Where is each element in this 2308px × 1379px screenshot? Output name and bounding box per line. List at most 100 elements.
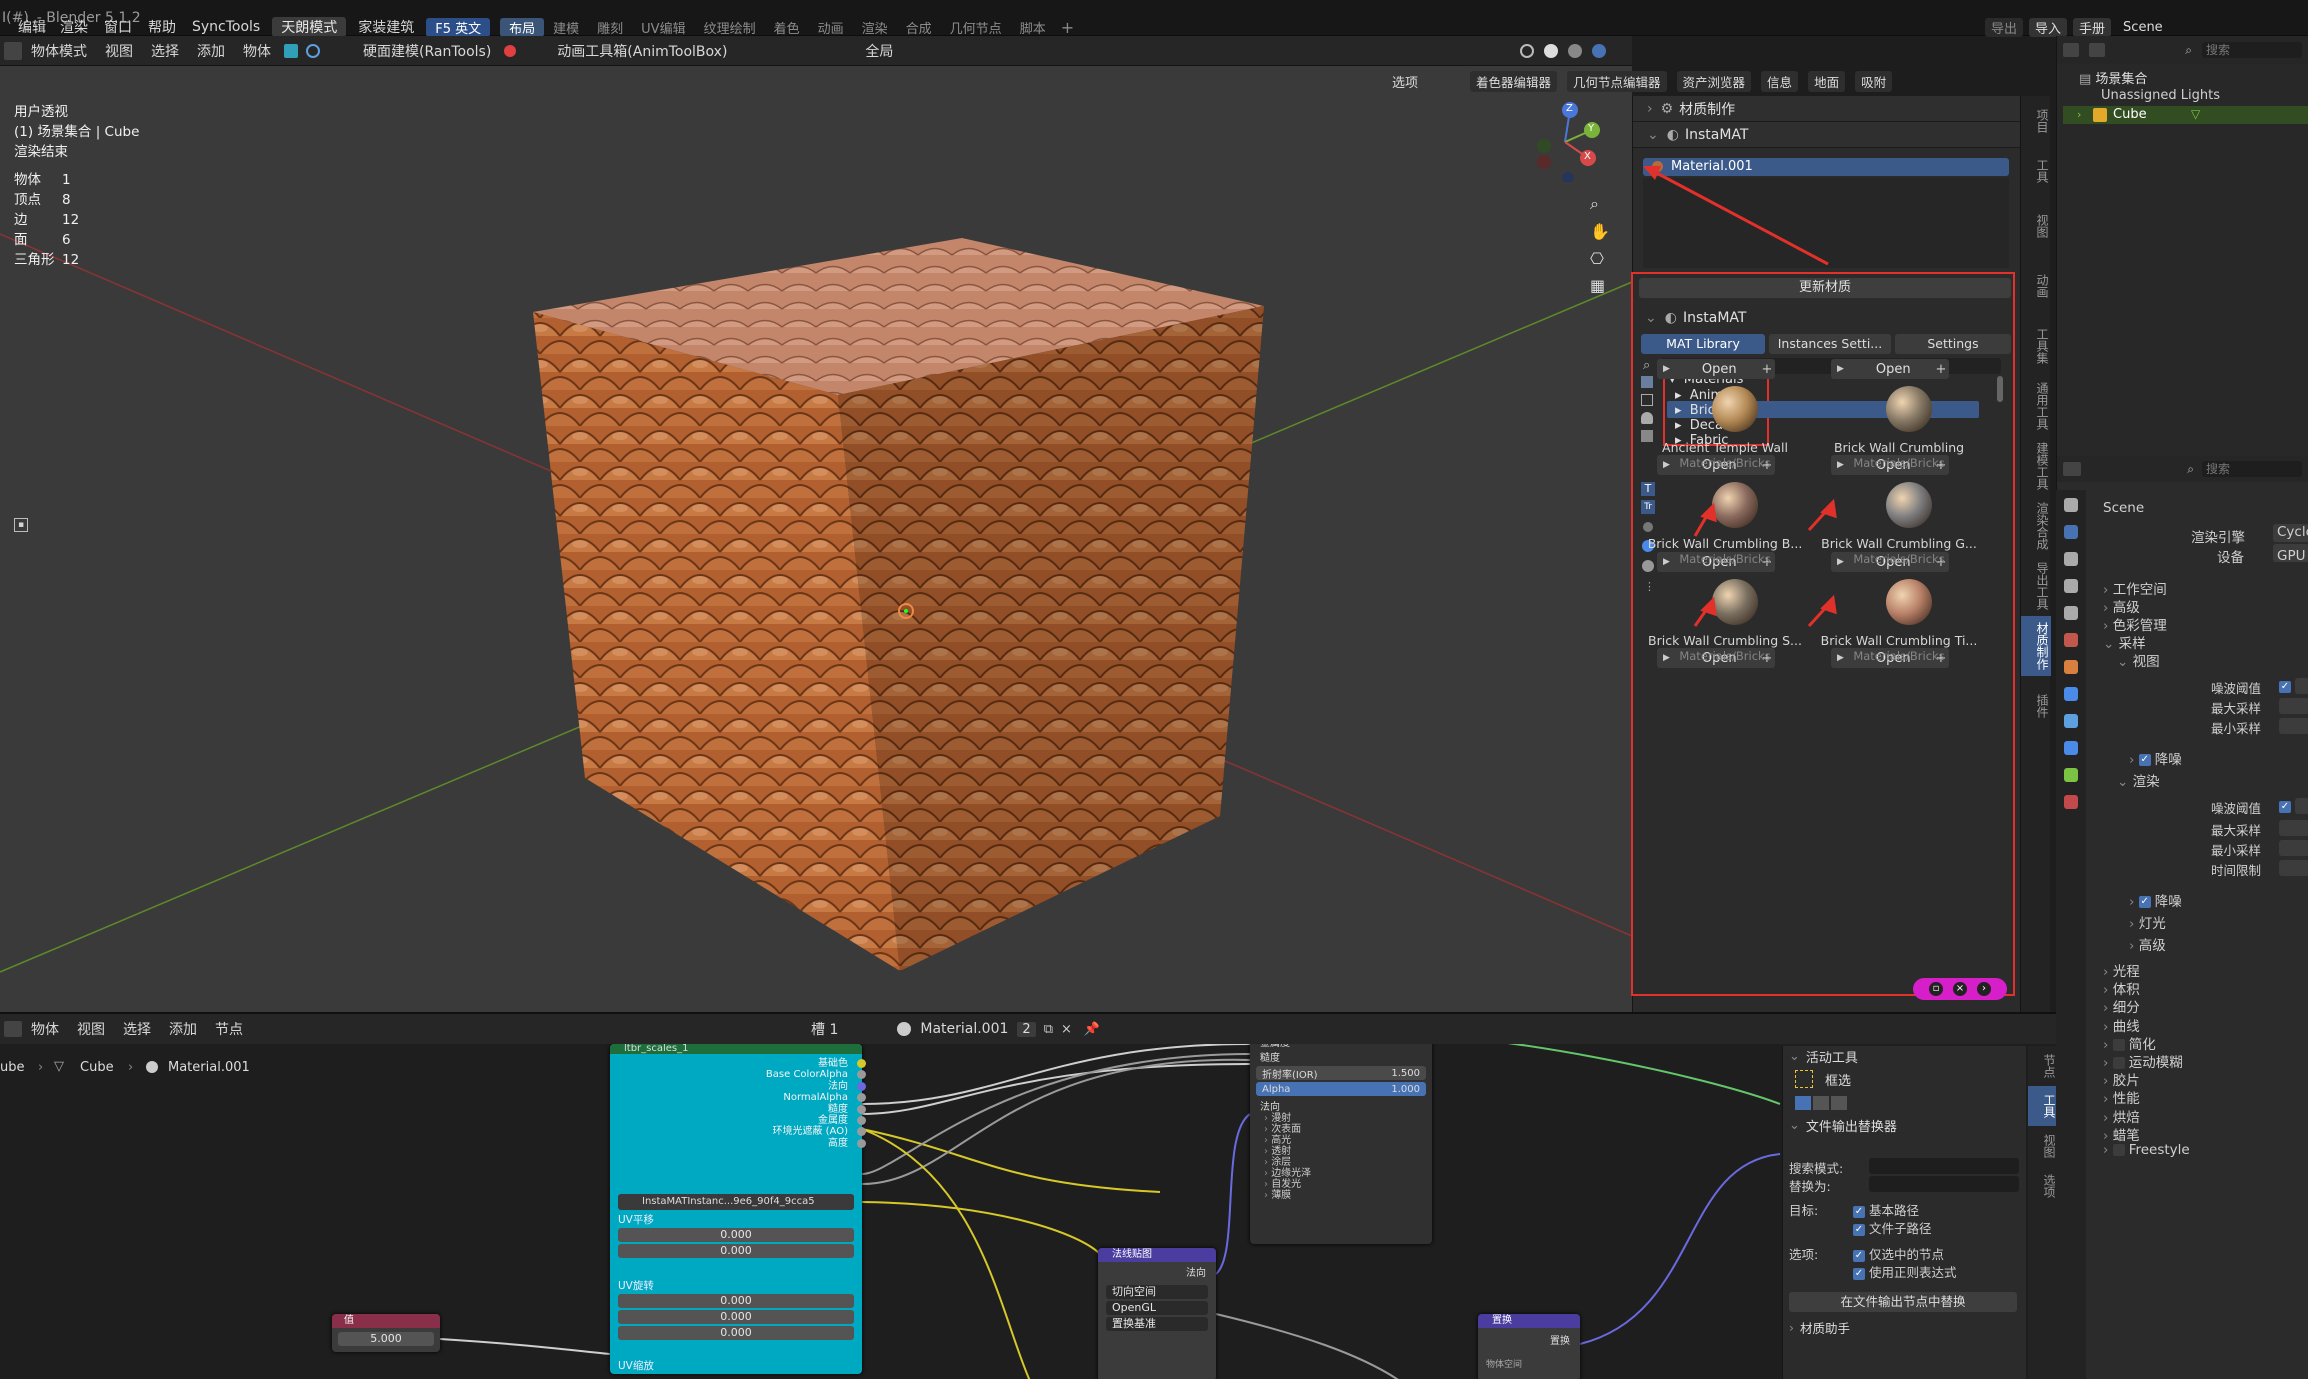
editor-shortcut-tab[interactable]: 信息 xyxy=(1761,70,1799,92)
opt-subpath[interactable]: ✓ 文件子路径 xyxy=(1853,1218,1932,1237)
editor-shortcut-tab[interactable]: 着色器编辑器 xyxy=(1470,70,1558,92)
props-sub-render[interactable]: ⌄ 渲染 xyxy=(2117,770,2160,790)
workspace-tab[interactable]: UV编辑 xyxy=(632,18,694,37)
opengl-select[interactable]: OpenGL xyxy=(1106,1301,1208,1315)
prop-field[interactable] xyxy=(2279,840,2308,856)
material-assist-header[interactable]: › 材质助手 xyxy=(1789,1318,1850,1336)
properties-tab-icon[interactable] xyxy=(2064,498,2078,512)
camera-icon[interactable]: ⎔ xyxy=(1590,249,1610,268)
ran-tools-menu[interactable]: 硬面建模(RanTools) xyxy=(354,41,500,61)
uv-offset-y[interactable]: 0.000 xyxy=(618,1244,854,1258)
bsdf-subpanel[interactable]: › 边缘光泽 xyxy=(1250,1168,1432,1179)
uv-offset-x[interactable]: 0.000 xyxy=(618,1228,854,1242)
properties-tab-icon[interactable] xyxy=(2064,579,2078,593)
prop-field[interactable] xyxy=(2279,718,2308,734)
ior-field[interactable]: 折射率(IOR) 1.500 xyxy=(1256,1066,1426,1081)
export-button[interactable]: 导出 xyxy=(1985,17,2024,37)
props-section[interactable]: › 工作空间 xyxy=(2103,578,2167,598)
properties-tab-icon[interactable] xyxy=(2064,795,2078,809)
search-mode-input[interactable] xyxy=(1869,1158,2019,1174)
opt-base-path[interactable]: ✓ 基本路径 xyxy=(1853,1200,1919,1219)
lang-toggle-button[interactable]: F5 英文 xyxy=(426,17,491,37)
material-shading-icon[interactable] xyxy=(1568,44,1582,58)
principled-bsdf-node[interactable]: 金属度 糙度 折射率(IOR)1.500 Alpha1.000 法向 › 漫射›… xyxy=(1250,1034,1432,1244)
properties-tab-icon[interactable] xyxy=(2064,633,2078,647)
record-icon[interactable] xyxy=(504,44,517,57)
bsdf-subpanel[interactable]: › 薄膜 xyxy=(1250,1190,1432,1201)
output-socket-dot[interactable] xyxy=(857,1138,866,1148)
node-menu-item[interactable]: 添加 xyxy=(160,1019,206,1039)
sidebar-tab[interactable]: 建模工具 xyxy=(2021,436,2051,496)
workspace-tab[interactable]: 着色 xyxy=(765,18,809,37)
file-output-header[interactable]: ⌄ 文件输出替换器 xyxy=(1783,1114,2026,1136)
props-search-input[interactable]: 搜索 xyxy=(2202,461,2302,477)
scene-selector[interactable]: Scene xyxy=(2117,20,2169,35)
props-lights[interactable]: › 灯光 xyxy=(2129,912,2166,932)
select-new-icon[interactable] xyxy=(1795,1096,1811,1110)
output-socket-dot[interactable] xyxy=(857,1081,866,1091)
editor-shortcut-tab[interactable]: 地面 xyxy=(1808,70,1846,92)
navigation-gizmo[interactable]: Z Y X xyxy=(1530,102,1600,184)
editor-shortcut-tab[interactable]: 资产浏览器 xyxy=(1676,70,1752,92)
menu-jiazhuang[interactable]: 家装建筑 xyxy=(350,17,422,37)
props-section[interactable]: › 简化 xyxy=(2103,1033,2156,1053)
wireframe-shading-icon[interactable] xyxy=(1520,44,1534,58)
sidebar-tab[interactable]: 工具 xyxy=(2021,146,2051,196)
bsdf-subpanel[interactable]: › 漫射 xyxy=(1250,1113,1432,1124)
value-node-field[interactable]: 5.000 xyxy=(338,1332,434,1346)
props-section[interactable]: › 曲线 xyxy=(2103,1015,2140,1035)
instamat-node[interactable]: ltbr_scales_1 基础色 Base ColorAlpha 法向 Normal… xyxy=(610,1044,866,1374)
opt-selected-only[interactable]: ✓ 仅选中的节点 xyxy=(1853,1244,1944,1263)
output-socket-dot[interactable] xyxy=(857,1059,866,1068)
menu-help[interactable]: 帮助 xyxy=(140,17,184,37)
props-section[interactable]: › 高级 xyxy=(2103,596,2140,616)
normal-map-node[interactable]: 法线贴图 法向 切向空间 OpenGL 置换基准 xyxy=(1098,1248,1216,1379)
outliner-unassigned-lights[interactable]: Unassigned Lights xyxy=(2101,88,2220,103)
close-icon[interactable]: × xyxy=(1953,982,1967,996)
node-menu-item[interactable]: 节点 xyxy=(206,1019,252,1039)
workspace-tab[interactable]: 纹理绘制 xyxy=(695,18,765,37)
properties-tab-icon[interactable] xyxy=(2064,741,2078,755)
props-section[interactable]: › 蜡笔 xyxy=(2103,1124,2140,1144)
device-select[interactable]: GPU 计 xyxy=(2273,544,2308,562)
add-workspace-icon[interactable]: + xyxy=(1061,18,1074,37)
node-menu-item[interactable]: 视图 xyxy=(68,1019,114,1039)
props-section[interactable]: › 光程 xyxy=(2103,960,2140,980)
zoom-icon[interactable]: ⌕ xyxy=(1590,194,1610,214)
output-socket-dot[interactable] xyxy=(857,1115,866,1125)
workspace-tab[interactable]: 布局 xyxy=(500,17,545,37)
breadcrumb-item[interactable]: Material.001 xyxy=(168,1060,250,1075)
instance-field[interactable]: InstaMATInstanc...9e6_90f4_9cca5 xyxy=(618,1194,854,1210)
menu-synctools[interactable]: SyncTools xyxy=(184,19,268,35)
sidebar-tab[interactable]: 渲染合成 xyxy=(2021,496,2051,556)
filter-icon[interactable] xyxy=(2089,43,2105,57)
options-menu[interactable]: 选项 xyxy=(1392,72,1418,91)
sidebar-tab[interactable]: 导出工具 xyxy=(2021,556,2051,616)
vp-menu-add[interactable]: 添加 xyxy=(188,41,234,61)
prop-field[interactable] xyxy=(2295,798,2308,814)
menu-render[interactable]: 渲染 xyxy=(52,17,96,37)
props-sub-viewport[interactable]: ⌄ 视图 xyxy=(2117,650,2160,670)
breadcrumb-item[interactable]: ube xyxy=(0,1060,25,1075)
props-section[interactable]: › 烘焙 xyxy=(2103,1106,2140,1126)
output-socket-dot[interactable] xyxy=(857,1104,866,1114)
value-node[interactable]: 值 5.000 xyxy=(332,1314,440,1352)
anim-toolbox-menu[interactable]: 动画工具箱(AnimToolBox) xyxy=(548,41,736,61)
render-engine-select[interactable]: Cycles xyxy=(2273,524,2308,542)
minimize-icon[interactable]: ▫ xyxy=(1929,982,1943,996)
unlink-icon[interactable]: × xyxy=(1061,1022,1072,1037)
uv-rotate-y[interactable]: 0.000 xyxy=(618,1310,854,1324)
properties-tab-icon[interactable] xyxy=(2064,714,2078,728)
expand-icon[interactable]: › xyxy=(2077,108,2081,121)
node-editor-type-icon[interactable] xyxy=(4,1021,22,1037)
select-box-tool[interactable]: 框选 xyxy=(1783,1066,2026,1092)
slot-select[interactable]: 槽 1 xyxy=(802,1019,847,1039)
outliner-scene-collection[interactable]: ▤ 场景集合 xyxy=(2079,68,2147,87)
properties-tab-icon[interactable] xyxy=(2064,660,2078,674)
3d-viewport[interactable]: 用户透视 (1) 场景集合 | Cube 渲染结束 物体 1 顶点 8 边 12 面 6 三角形… xyxy=(0,66,1632,1012)
node-tab[interactable]: 视图 xyxy=(2028,1126,2056,1166)
solid-shading-icon[interactable] xyxy=(1544,44,1558,58)
vp-menu-view[interactable]: 视图 xyxy=(96,41,142,61)
sidebar-tab[interactable]: 通用工具 xyxy=(2021,376,2051,436)
uv-rotate-x[interactable]: 0.000 xyxy=(618,1294,854,1308)
